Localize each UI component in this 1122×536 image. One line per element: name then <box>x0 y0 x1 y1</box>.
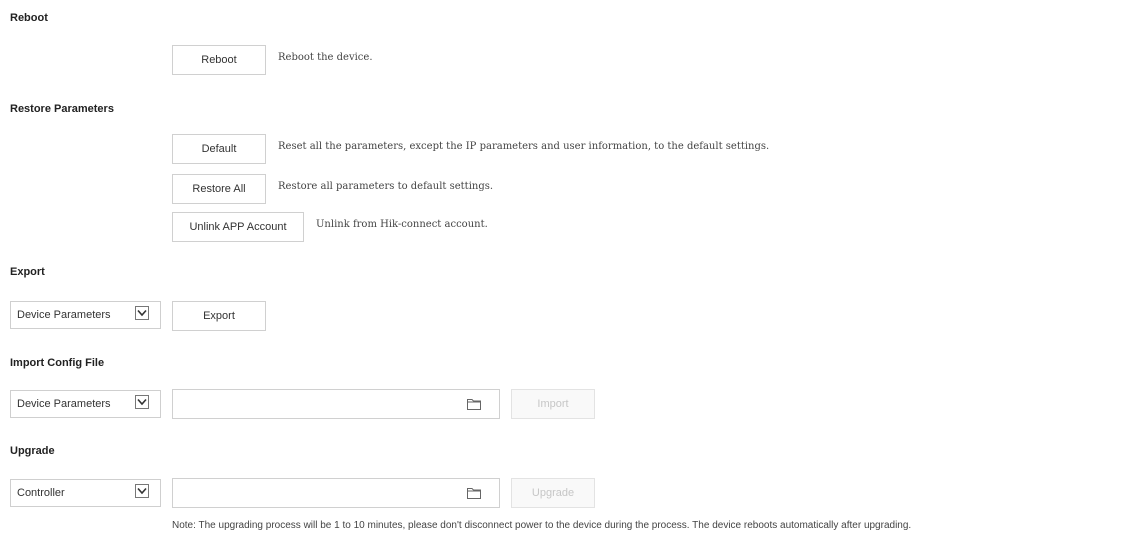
restore-parameters-heading: Restore Parameters <box>10 103 114 115</box>
upgrade-button[interactable]: Upgrade <box>511 478 595 508</box>
reboot-heading: Reboot <box>10 12 48 24</box>
import-button[interactable]: Import <box>511 389 595 419</box>
import-type-select[interactable]: Device Parameters <box>10 390 161 418</box>
default-button[interactable]: Default <box>172 134 266 164</box>
unlink-description: Unlink from Hik-connect account. <box>316 219 488 230</box>
import-config-file-heading: Import Config File <box>10 357 105 369</box>
unlink-app-account-button[interactable]: Unlink APP Account <box>172 212 304 242</box>
chevron-down-icon[interactable] <box>135 395 149 409</box>
import-file-path-input[interactable] <box>172 389 500 419</box>
chevron-down-icon[interactable] <box>135 484 149 498</box>
folder-icon[interactable] <box>467 487 481 499</box>
export-type-select[interactable]: Device Parameters <box>10 301 161 329</box>
upgrade-note: Note: The upgrading process will be 1 to… <box>172 520 912 531</box>
export-button[interactable]: Export <box>172 301 266 331</box>
upgrade-target-select[interactable]: Controller <box>10 479 161 507</box>
restore-all-description: Restore all parameters to default settin… <box>278 181 494 192</box>
upgrade-heading: Upgrade <box>10 445 55 457</box>
reboot-button[interactable]: Reboot <box>172 45 266 75</box>
restore-all-button[interactable]: Restore All <box>172 174 266 204</box>
default-description: Reset all the parameters, except the IP … <box>278 141 770 152</box>
export-heading: Export <box>10 266 45 278</box>
upgrade-file-path-input[interactable] <box>172 478 500 508</box>
chevron-down-icon[interactable] <box>135 306 149 320</box>
reboot-description: Reboot the device. <box>278 52 373 63</box>
folder-icon[interactable] <box>467 398 481 410</box>
